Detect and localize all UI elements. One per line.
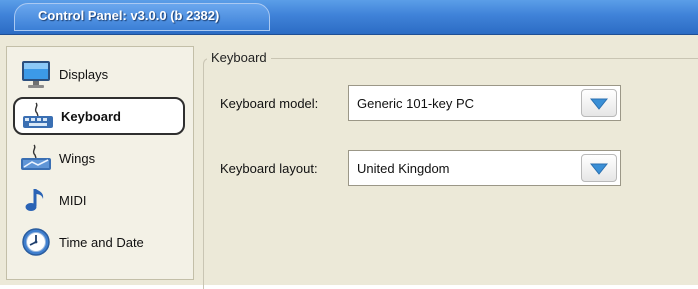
sidebar-item-label: Time and Date <box>59 234 144 250</box>
sidebar-item-label: Displays <box>59 66 109 82</box>
control-panel-window: Control Panel: v3.0.0 (b 2382) Displays <box>0 0 698 289</box>
sidebar-item-keyboard[interactable]: Keyboard <box>13 97 185 135</box>
music-note-icon <box>25 189 44 211</box>
keyboard-layout-dropdown-button[interactable] <box>581 154 617 182</box>
window-title: Control Panel: v3.0.0 (b 2382) <box>38 8 220 23</box>
keyboard-model-label: Keyboard model: <box>220 96 319 111</box>
keyboard-layout-label: Keyboard layout: <box>220 161 318 176</box>
sidebar-item-midi[interactable]: MIDI <box>13 181 185 219</box>
keyboard-icon <box>23 102 53 128</box>
sidebar-item-wings[interactable]: Wings <box>13 139 185 177</box>
content-area: Displays Keyboard Wings MIDI Time and Da… <box>0 35 698 289</box>
sidebar-item-time-and-date[interactable]: Time and Date <box>13 223 185 261</box>
sidebar-item-label: MIDI <box>59 192 87 208</box>
wings-icon <box>21 144 51 170</box>
sidebar: Displays Keyboard Wings MIDI Time and Da… <box>6 46 194 280</box>
groupbox-title: Keyboard <box>207 50 271 65</box>
keyboard-model-dropdown-button[interactable] <box>581 89 617 117</box>
sidebar-item-label: Wings <box>59 150 96 166</box>
keyboard-model-value: Generic 101-key PC <box>357 96 475 111</box>
keyboard-model-select[interactable]: Generic 101-key PC <box>348 85 621 121</box>
chevron-down-icon <box>590 163 608 175</box>
sidebar-item-label: Keyboard <box>61 108 121 124</box>
clock-icon <box>22 228 50 256</box>
title-bar[interactable]: Control Panel: v3.0.0 (b 2382) <box>0 0 698 35</box>
keyboard-layout-select[interactable]: United Kingdom <box>348 150 621 186</box>
monitor-icon <box>22 61 50 88</box>
chevron-down-icon <box>590 98 608 110</box>
keyboard-layout-value: United Kingdom <box>357 161 450 176</box>
sidebar-item-displays[interactable]: Displays <box>13 55 185 93</box>
